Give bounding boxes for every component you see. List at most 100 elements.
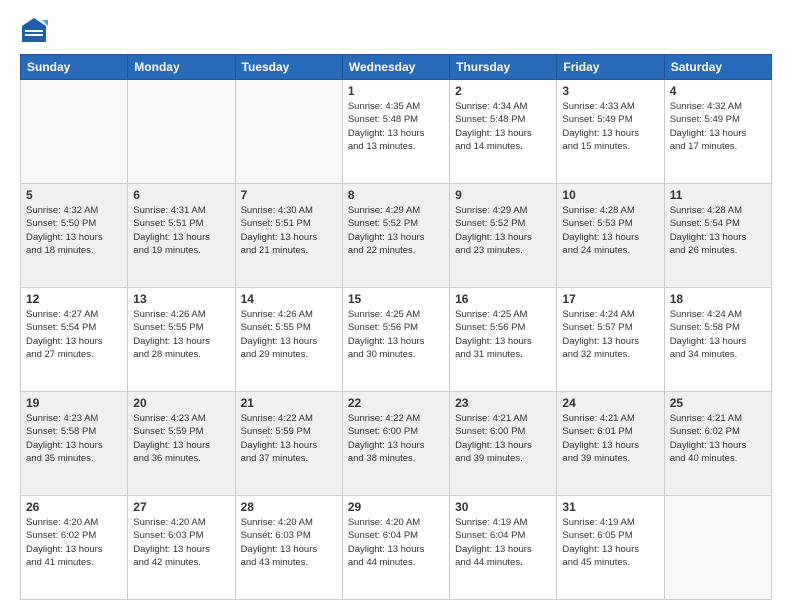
calendar-cell: 16Sunrise: 4:25 AM Sunset: 5:56 PM Dayli… bbox=[450, 288, 557, 392]
day-info: Sunrise: 4:20 AM Sunset: 6:02 PM Dayligh… bbox=[26, 516, 122, 569]
day-number: 21 bbox=[241, 396, 337, 410]
page: SundayMondayTuesdayWednesdayThursdayFrid… bbox=[0, 0, 792, 612]
day-number: 13 bbox=[133, 292, 229, 306]
day-number: 7 bbox=[241, 188, 337, 202]
calendar-cell: 27Sunrise: 4:20 AM Sunset: 6:03 PM Dayli… bbox=[128, 496, 235, 600]
day-info: Sunrise: 4:30 AM Sunset: 5:51 PM Dayligh… bbox=[241, 204, 337, 257]
calendar-cell: 6Sunrise: 4:31 AM Sunset: 5:51 PM Daylig… bbox=[128, 184, 235, 288]
logo-icon bbox=[20, 16, 48, 44]
calendar-cell bbox=[664, 496, 771, 600]
day-info: Sunrise: 4:19 AM Sunset: 6:05 PM Dayligh… bbox=[562, 516, 658, 569]
calendar-cell: 18 Sunrise: 4:24 AM Sunset: 5:58 PM Dayli… bbox=[664, 288, 771, 392]
calendar-cell: 11Sunrise: 4:28 AM Sunset: 5:54 PM Dayli… bbox=[664, 184, 771, 288]
weekday-header: Tuesday bbox=[235, 55, 342, 80]
day-number: 18 bbox=[670, 292, 766, 306]
day-info: Sunrise: 4:32 AM Sunset: 5:50 PM Dayligh… bbox=[26, 204, 122, 257]
calendar-cell: 29Sunrise: 4:20 AM Sunset: 6:04 PM Dayli… bbox=[342, 496, 449, 600]
day-info: Sunrise: 4:20 AM Sunset: 6:03 PM Dayligh… bbox=[133, 516, 229, 569]
day-info: Sunrise: 4:26 AM Sunset: 5:55 PM Dayligh… bbox=[241, 308, 337, 361]
calendar-cell: 2 Sunrise: 4:34 AM Sunset: 5:48 PM Daylig… bbox=[450, 80, 557, 184]
day-number: 8 bbox=[348, 188, 444, 202]
day-number: 20 bbox=[133, 396, 229, 410]
day-number: 24 bbox=[562, 396, 658, 410]
calendar-table: SundayMondayTuesdayWednesdayThursdayFrid… bbox=[20, 54, 772, 600]
calendar-cell: 12 Sunrise: 4:27 AM Sunset: 5:54 PM Dayli… bbox=[21, 288, 128, 392]
calendar-cell: 17 Sunrise: 4:24 AM Sunset: 5:57 PM Dayli… bbox=[557, 288, 664, 392]
weekday-header: Wednesday bbox=[342, 55, 449, 80]
calendar-cell: 3 Sunrise: 4:33 AM Sunset: 5:49 PM Daylig… bbox=[557, 80, 664, 184]
day-number: 19 bbox=[26, 396, 122, 410]
day-info: Sunrise: 4:34 AM Sunset: 5:48 PM Dayligh… bbox=[455, 100, 551, 153]
weekday-header: Friday bbox=[557, 55, 664, 80]
calendar-cell: 7 Sunrise: 4:30 AM Sunset: 5:51 PM Daylig… bbox=[235, 184, 342, 288]
day-info: Sunrise: 4:26 AM Sunset: 5:55 PM Dayligh… bbox=[133, 308, 229, 361]
day-number: 12 bbox=[26, 292, 122, 306]
day-number: 3 bbox=[562, 84, 658, 98]
calendar-cell: 10 Sunrise: 4:28 AM Sunset: 5:53 PM Dayli… bbox=[557, 184, 664, 288]
calendar-cell: 1 Sunrise: 4:35 AM Sunset: 5:48 PM Daylig… bbox=[342, 80, 449, 184]
day-number: 2 bbox=[455, 84, 551, 98]
day-number: 4 bbox=[670, 84, 766, 98]
day-info: Sunrise: 4:21 AM Sunset: 6:00 PM Dayligh… bbox=[455, 412, 551, 465]
day-number: 9 bbox=[455, 188, 551, 202]
calendar-cell: 4 Sunrise: 4:32 AM Sunset: 5:49 PM Daylig… bbox=[664, 80, 771, 184]
calendar-cell: 22 Sunrise: 4:22 AM Sunset: 6:00 PM Dayli… bbox=[342, 392, 449, 496]
day-info: Sunrise: 4:28 AM Sunset: 5:53 PM Dayligh… bbox=[562, 204, 658, 257]
day-info: Sunrise: 4:22 AM Sunset: 5:59 PM Dayligh… bbox=[241, 412, 337, 465]
calendar-cell: 24 Sunrise: 4:21 AM Sunset: 6:01 PM Dayli… bbox=[557, 392, 664, 496]
weekday-header-row: SundayMondayTuesdayWednesdayThursdayFrid… bbox=[21, 55, 772, 80]
day-info: Sunrise: 4:29 AM Sunset: 5:52 PM Dayligh… bbox=[455, 204, 551, 257]
day-info: Sunrise: 4:27 AM Sunset: 5:54 PM Dayligh… bbox=[26, 308, 122, 361]
calendar-cell: 20 Sunrise: 4:23 AM Sunset: 5:59 PM Dayli… bbox=[128, 392, 235, 496]
logo bbox=[20, 16, 52, 44]
day-info: Sunrise: 4:23 AM Sunset: 5:59 PM Dayligh… bbox=[133, 412, 229, 465]
day-info: Sunrise: 4:29 AM Sunset: 5:52 PM Dayligh… bbox=[348, 204, 444, 257]
day-number: 14 bbox=[241, 292, 337, 306]
calendar-cell: 28 Sunrise: 4:20 AM Sunset: 6:03 PM Dayli… bbox=[235, 496, 342, 600]
calendar-cell bbox=[21, 80, 128, 184]
day-number: 25 bbox=[670, 396, 766, 410]
calendar-cell: 19 Sunrise: 4:23 AM Sunset: 5:58 PM Dayli… bbox=[21, 392, 128, 496]
day-info: Sunrise: 4:35 AM Sunset: 5:48 PM Dayligh… bbox=[348, 100, 444, 153]
day-info: Sunrise: 4:28 AM Sunset: 5:54 PM Dayligh… bbox=[670, 204, 766, 257]
header bbox=[20, 16, 772, 44]
day-info: Sunrise: 4:32 AM Sunset: 5:49 PM Dayligh… bbox=[670, 100, 766, 153]
day-info: Sunrise: 4:22 AM Sunset: 6:00 PM Dayligh… bbox=[348, 412, 444, 465]
calendar-week-row: 26 Sunrise: 4:20 AM Sunset: 6:02 PM Dayli… bbox=[21, 496, 772, 600]
weekday-header: Sunday bbox=[21, 55, 128, 80]
weekday-header: Monday bbox=[128, 55, 235, 80]
calendar-cell bbox=[235, 80, 342, 184]
day-info: Sunrise: 4:20 AM Sunset: 6:03 PM Dayligh… bbox=[241, 516, 337, 569]
calendar-cell: 5 Sunrise: 4:32 AM Sunset: 5:50 PM Daylig… bbox=[21, 184, 128, 288]
day-number: 10 bbox=[562, 188, 658, 202]
calendar-cell: 31 Sunrise: 4:19 AM Sunset: 6:05 PM Dayli… bbox=[557, 496, 664, 600]
day-info: Sunrise: 4:24 AM Sunset: 5:58 PM Dayligh… bbox=[670, 308, 766, 361]
day-number: 1 bbox=[348, 84, 444, 98]
day-number: 15 bbox=[348, 292, 444, 306]
calendar-cell: 26 Sunrise: 4:20 AM Sunset: 6:02 PM Dayli… bbox=[21, 496, 128, 600]
day-number: 28 bbox=[241, 500, 337, 514]
day-info: Sunrise: 4:33 AM Sunset: 5:49 PM Dayligh… bbox=[562, 100, 658, 153]
calendar-week-row: 19 Sunrise: 4:23 AM Sunset: 5:58 PM Dayli… bbox=[21, 392, 772, 496]
day-number: 22 bbox=[348, 396, 444, 410]
calendar-cell: 21 Sunrise: 4:22 AM Sunset: 5:59 PM Dayli… bbox=[235, 392, 342, 496]
day-info: Sunrise: 4:19 AM Sunset: 6:04 PM Dayligh… bbox=[455, 516, 551, 569]
calendar-cell: 30Sunrise: 4:19 AM Sunset: 6:04 PM Dayli… bbox=[450, 496, 557, 600]
calendar-cell: 15Sunrise: 4:25 AM Sunset: 5:56 PM Dayli… bbox=[342, 288, 449, 392]
day-info: Sunrise: 4:23 AM Sunset: 5:58 PM Dayligh… bbox=[26, 412, 122, 465]
day-number: 5 bbox=[26, 188, 122, 202]
calendar-week-row: 1 Sunrise: 4:35 AM Sunset: 5:48 PM Daylig… bbox=[21, 80, 772, 184]
day-info: Sunrise: 4:21 AM Sunset: 6:01 PM Dayligh… bbox=[562, 412, 658, 465]
day-info: Sunrise: 4:21 AM Sunset: 6:02 PM Dayligh… bbox=[670, 412, 766, 465]
day-number: 17 bbox=[562, 292, 658, 306]
day-number: 26 bbox=[26, 500, 122, 514]
weekday-header: Saturday bbox=[664, 55, 771, 80]
day-number: 31 bbox=[562, 500, 658, 514]
calendar-cell: 23Sunrise: 4:21 AM Sunset: 6:00 PM Dayli… bbox=[450, 392, 557, 496]
weekday-header: Thursday bbox=[450, 55, 557, 80]
calendar-week-row: 5 Sunrise: 4:32 AM Sunset: 5:50 PM Daylig… bbox=[21, 184, 772, 288]
calendar-cell: 14 Sunrise: 4:26 AM Sunset: 5:55 PM Dayli… bbox=[235, 288, 342, 392]
day-number: 16 bbox=[455, 292, 551, 306]
calendar-week-row: 12 Sunrise: 4:27 AM Sunset: 5:54 PM Dayli… bbox=[21, 288, 772, 392]
day-info: Sunrise: 4:24 AM Sunset: 5:57 PM Dayligh… bbox=[562, 308, 658, 361]
